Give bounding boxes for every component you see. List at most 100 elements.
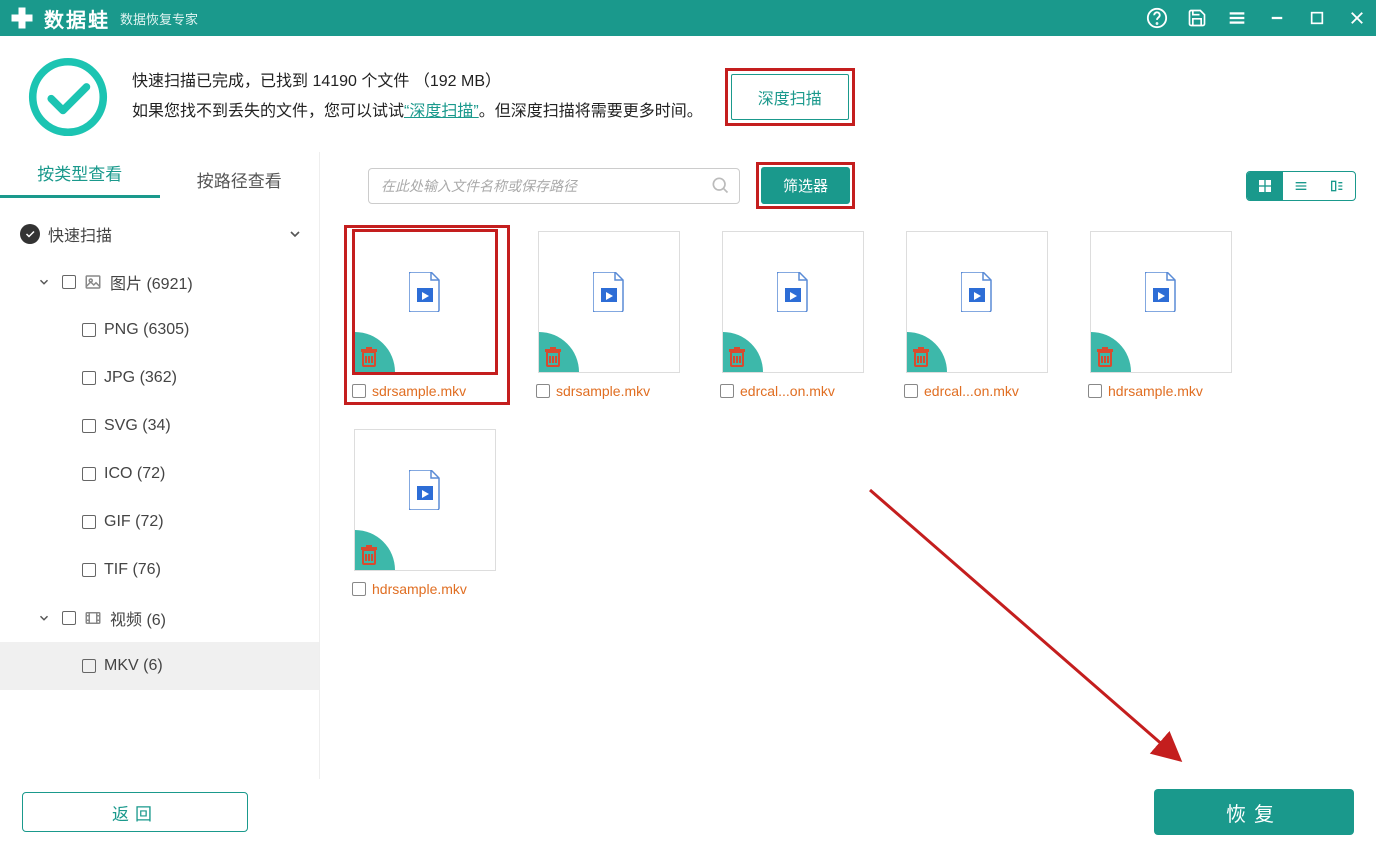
advice-suffix: 。但深度扫描将需要更多时间。 (479, 103, 703, 120)
deleted-badge-icon (355, 332, 395, 372)
view-grid-button[interactable] (1247, 172, 1283, 200)
tree-label: GIF (72) (104, 513, 164, 531)
checkbox[interactable] (82, 371, 96, 385)
chevron-down-icon[interactable] (285, 226, 305, 242)
file-thumbnail (354, 429, 496, 571)
search-box (368, 168, 740, 204)
checkbox[interactable] (536, 384, 550, 398)
video-file-icon (593, 272, 625, 312)
image-icon (84, 273, 102, 291)
total-size: 192 MB (430, 73, 485, 90)
deleted-badge-icon (907, 332, 947, 372)
tab-by-type[interactable]: 按类型查看 (0, 160, 160, 198)
deep-scan-highlight: 深度扫描 (725, 68, 855, 126)
app-tagline: 数据恢复专家 (120, 9, 198, 28)
video-file-icon (777, 272, 809, 312)
help-icon[interactable] (1146, 7, 1168, 29)
filter-button[interactable]: 筛选器 (761, 167, 850, 204)
back-button[interactable]: 返回 (22, 792, 248, 832)
summary-prefix: 快速扫描已完成，已找到 (132, 73, 312, 90)
search-input[interactable] (368, 168, 740, 204)
tree-label: TIF (76) (104, 561, 161, 579)
checkbox[interactable] (62, 275, 76, 289)
tree-videos[interactable]: 视频 (6) (0, 594, 319, 642)
tree-label: JPG (362) (104, 369, 177, 387)
checkbox[interactable] (720, 384, 734, 398)
maximize-icon[interactable] (1306, 7, 1328, 29)
file-card[interactable]: sdrsample.mkv (534, 231, 688, 399)
file-name: edrcal...on.mkv (740, 383, 835, 399)
file-card[interactable]: edrcal...on.mkv (902, 231, 1056, 399)
checkbox[interactable] (352, 384, 366, 398)
video-file-icon (961, 272, 993, 312)
titlebar: 数据蛙 数据恢复专家 (0, 0, 1376, 36)
file-count: 14190 (312, 73, 357, 90)
tree-jpg[interactable]: JPG (362) (0, 354, 319, 402)
advice-prefix: 如果您找不到丢失的文件，您可以试试 (132, 103, 404, 120)
menu-icon[interactable] (1226, 7, 1248, 29)
chevron-down-icon[interactable] (34, 275, 54, 289)
checkbox[interactable] (1088, 384, 1102, 398)
tree-label: 图片 (6921) (110, 270, 193, 294)
minimize-icon[interactable] (1266, 7, 1288, 29)
tree-tif[interactable]: TIF (76) (0, 546, 319, 594)
tree-svg[interactable]: SVG (34) (0, 402, 319, 450)
checkbox[interactable] (352, 582, 366, 596)
checkbox[interactable] (82, 323, 96, 337)
search-icon[interactable] (710, 175, 730, 199)
file-grid: sdrsample.mkv sdrsample.mkv edrcal...on.mk… (340, 213, 1356, 597)
file-name: sdrsample.mkv (372, 383, 466, 399)
checkbox[interactable] (82, 419, 96, 433)
file-name: hdrsample.mkv (372, 581, 467, 597)
tree-images[interactable]: 图片 (6921) (0, 258, 319, 306)
chevron-down-icon[interactable] (34, 611, 54, 625)
view-list-button[interactable] (1283, 172, 1319, 200)
file-toolbar: 筛选器 (340, 152, 1356, 213)
save-icon[interactable] (1186, 7, 1208, 29)
category-tree: 快速扫描 图片 (6921) PNG (6305) JPG (362) SVG … (0, 206, 319, 779)
app-name: 数据蛙 (44, 4, 110, 33)
file-card[interactable]: hdrsample.mkv (350, 429, 504, 597)
file-card[interactable]: sdrsample.mkv (350, 231, 504, 399)
checkbox[interactable] (82, 659, 96, 673)
tree-png[interactable]: PNG (6305) (0, 306, 319, 354)
file-card[interactable]: hdrsample.mkv (1086, 231, 1240, 399)
deleted-badge-icon (539, 332, 579, 372)
tree-mkv[interactable]: MKV (6) (0, 642, 319, 690)
tree-label: 快速扫描 (48, 222, 112, 246)
check-circle-icon (26, 55, 110, 139)
filter-highlight: 筛选器 (756, 162, 855, 209)
deep-scan-button[interactable]: 深度扫描 (731, 74, 849, 120)
deleted-badge-icon (355, 530, 395, 570)
tree-ico[interactable]: ICO (72) (0, 450, 319, 498)
view-detail-button[interactable] (1319, 172, 1355, 200)
file-label-row: edrcal...on.mkv (718, 383, 872, 399)
file-name: sdrsample.mkv (556, 383, 650, 399)
tree-label: SVG (34) (104, 417, 171, 435)
video-file-icon (1145, 272, 1177, 312)
file-thumbnail (722, 231, 864, 373)
right-pane: 筛选器 sdrsample.mkv sdrsample.mkv edrcal...o… (320, 152, 1376, 779)
file-thumbnail (906, 231, 1048, 373)
file-card[interactable]: edrcal...on.mkv (718, 231, 872, 399)
file-name: hdrsample.mkv (1108, 383, 1203, 399)
checkbox[interactable] (82, 467, 96, 481)
view-tabs: 按类型查看 按路径查看 (0, 152, 319, 206)
checkbox[interactable] (62, 611, 76, 625)
file-thumbnail (538, 231, 680, 373)
tab-by-path[interactable]: 按路径查看 (160, 167, 320, 192)
checkbox[interactable] (82, 515, 96, 529)
recover-button[interactable]: 恢复 (1154, 789, 1354, 835)
scan-summary-text: 快速扫描已完成，已找到 14190 个文件 （192 MB） 如果您找不到丢失的… (132, 67, 703, 127)
deep-scan-link[interactable]: “深度扫描” (404, 103, 479, 120)
checkbox[interactable] (904, 384, 918, 398)
tree-quick-scan[interactable]: 快速扫描 (0, 210, 319, 258)
checkbox[interactable] (82, 563, 96, 577)
close-icon[interactable] (1346, 7, 1368, 29)
video-file-icon (409, 470, 441, 510)
scan-result-header: 快速扫描已完成，已找到 14190 个文件 （192 MB） 如果您找不到丢失的… (0, 36, 1376, 152)
check-filled-icon (20, 224, 40, 244)
deleted-badge-icon (1091, 332, 1131, 372)
tree-gif[interactable]: GIF (72) (0, 498, 319, 546)
summary-suffix: ） (485, 73, 501, 90)
